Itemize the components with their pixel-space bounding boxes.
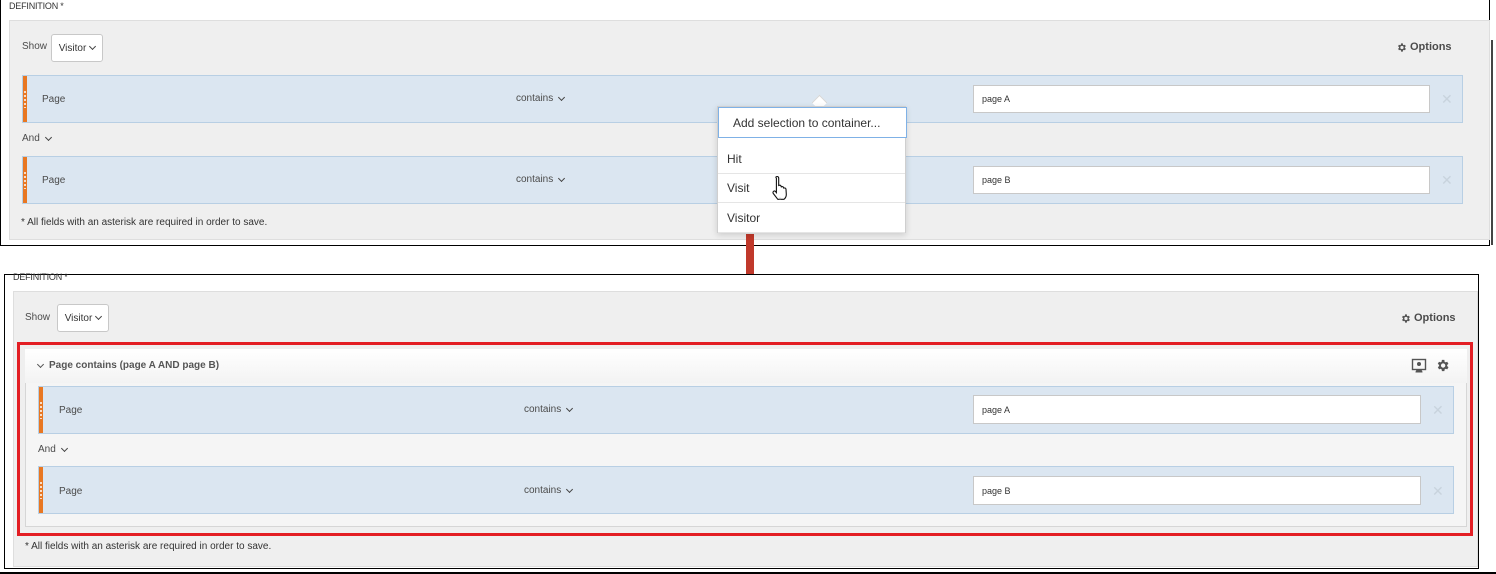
menu-item-visit[interactable]: Visit xyxy=(718,173,905,203)
show-select[interactable]: Visitor xyxy=(51,34,103,62)
definition-label: DEFINITION * xyxy=(9,1,64,11)
required-footnote: * All fields with an asterisk are requir… xyxy=(21,217,268,228)
rule-operator-select[interactable]: contains xyxy=(516,174,566,185)
highlight-box xyxy=(17,342,1473,536)
options-label: Options xyxy=(1410,41,1452,53)
chevron-down-icon xyxy=(558,174,566,182)
window-edge xyxy=(1491,40,1493,245)
chevron-down-icon xyxy=(558,93,566,101)
chevron-down-icon xyxy=(44,133,52,141)
drag-handle[interactable] xyxy=(23,76,27,122)
remove-rule-icon[interactable]: ✕ xyxy=(1441,173,1453,187)
container-menu: Add selection to container... Hit Visit … xyxy=(717,106,907,233)
rule-operator-label: contains xyxy=(516,93,554,104)
drag-handle[interactable] xyxy=(23,157,27,203)
options-button[interactable]: Options xyxy=(1396,41,1452,53)
show-select-value: Visitor xyxy=(58,42,87,54)
gear-icon xyxy=(1398,42,1406,52)
show-select-value: Visitor xyxy=(64,312,93,324)
remove-rule-icon[interactable]: ✕ xyxy=(1441,92,1453,106)
rule-dimension: Page xyxy=(42,94,66,105)
menu-item-visitor[interactable]: Visitor xyxy=(718,203,905,233)
chevron-down-icon xyxy=(95,312,103,321)
options-label: Options xyxy=(1414,312,1456,324)
rule-value-input[interactable]: page B xyxy=(973,166,1430,194)
gear-icon xyxy=(1402,313,1410,323)
rule-value-input[interactable]: page A xyxy=(973,85,1430,113)
rule-operator-select[interactable]: contains xyxy=(516,93,566,104)
chevron-down-icon xyxy=(89,42,97,51)
show-label: Show xyxy=(25,312,51,323)
definition-label: DEFINITION * xyxy=(13,272,68,282)
conjunction-label: And xyxy=(22,133,40,144)
hand-cursor-icon xyxy=(772,175,787,200)
rule-operator-label: contains xyxy=(516,174,554,185)
menu-item-hit[interactable]: Hit xyxy=(718,144,905,174)
rule-dimension: Page xyxy=(42,175,66,186)
show-label: Show xyxy=(22,41,48,52)
add-selection-to-container-item[interactable]: Add selection to container... xyxy=(718,107,907,138)
show-select[interactable]: Visitor xyxy=(57,304,109,332)
options-button[interactable]: Options xyxy=(1400,312,1456,324)
conjunction-select[interactable]: And xyxy=(22,133,52,144)
required-footnote: * All fields with an asterisk are requir… xyxy=(25,541,272,552)
